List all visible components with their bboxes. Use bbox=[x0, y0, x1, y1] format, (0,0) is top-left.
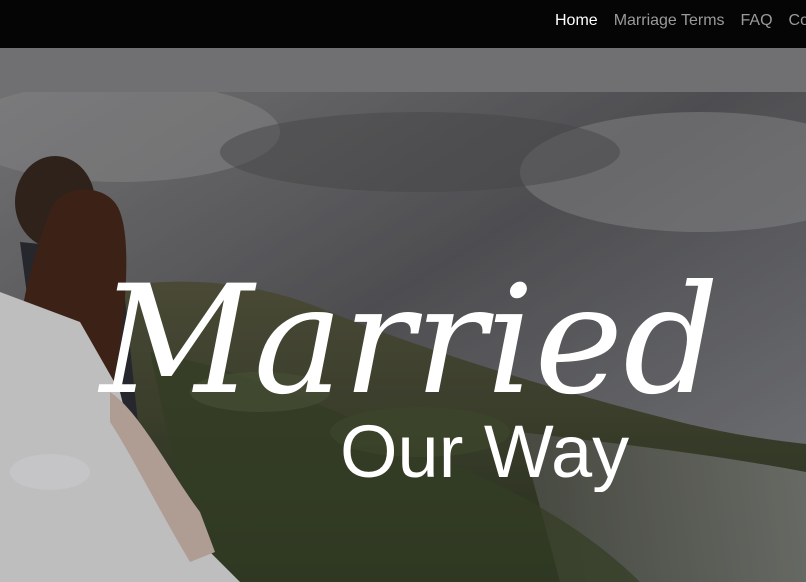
logo-script-text: Married bbox=[97, 254, 719, 428]
nav-link-marriage-terms[interactable]: Marriage Terms bbox=[614, 12, 725, 30]
header-spacer-band bbox=[0, 48, 806, 92]
logo-graphic: Married Our Way bbox=[97, 254, 719, 492]
married-our-way-logo: Married Our Way bbox=[90, 222, 790, 492]
nav-link-contact[interactable]: Co bbox=[789, 12, 806, 30]
nav-link-home[interactable]: Home bbox=[555, 12, 598, 30]
hero-banner: Married Our Way bbox=[0, 92, 806, 582]
top-navbar: Home Marriage Terms FAQ Co bbox=[0, 0, 806, 48]
nav-link-faq[interactable]: FAQ bbox=[741, 12, 773, 30]
main-nav: Home Marriage Terms FAQ Co bbox=[555, 0, 806, 42]
logo-sub-text: Our Way bbox=[340, 410, 629, 492]
